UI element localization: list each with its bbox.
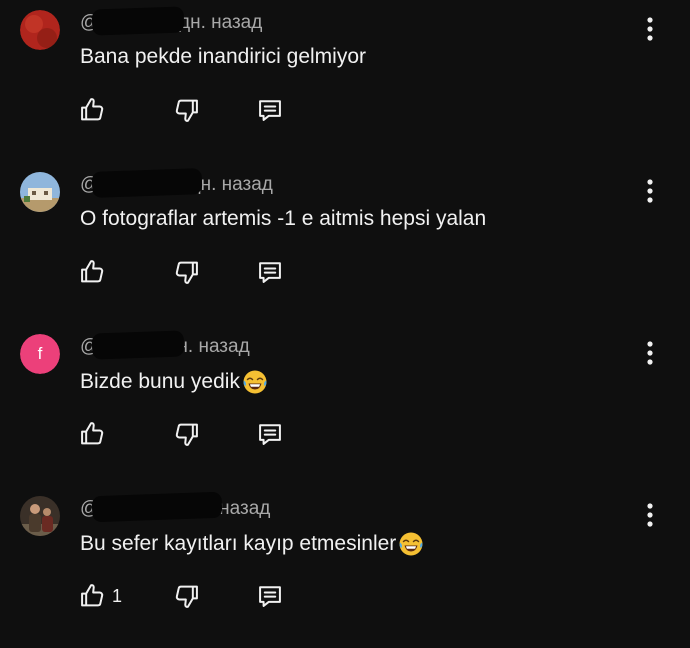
face-with-tears-of-joy-icon [242, 369, 268, 395]
author-handle[interactable]: @A… [80, 6, 185, 36]
more-vertical-icon [640, 338, 660, 368]
dislike-button[interactable] [173, 258, 201, 286]
thumbs-up-icon [78, 582, 106, 610]
user-avatar-photo [20, 496, 60, 536]
thumbs-down-icon [173, 420, 201, 448]
user-avatar-photo [20, 10, 60, 50]
user-avatar-photo [20, 172, 60, 212]
comment-meta: @G…li • 13 дн. назад [80, 168, 273, 198]
author-handle[interactable]: @G…li [80, 168, 203, 198]
comment-text: Bu sefer kayıtları kayıp etmesinler [80, 531, 424, 557]
reply-button[interactable] [256, 420, 284, 448]
redaction-mark [91, 168, 203, 198]
comment-item: @…57 • 2 нед. назад Bu sefer kayıtları k… [0, 486, 690, 648]
like-button[interactable] [78, 96, 106, 124]
more-options-button[interactable] [640, 176, 660, 206]
more-vertical-icon [640, 14, 660, 44]
comment-body: Bizde bunu yedik [80, 370, 240, 393]
reply-button[interactable] [256, 258, 284, 286]
reply-comment-icon [256, 582, 284, 610]
comment-item: @A… • 13 дн. назад Bana pekde inandirici… [0, 0, 690, 162]
comment-text: O fotograflar artemis -1 e aitmis hepsi … [80, 207, 486, 231]
comment-body: O fotograflar artemis -1 e aitmis hepsi … [80, 207, 487, 230]
reply-comment-icon [256, 258, 284, 286]
avatar[interactable] [20, 10, 60, 50]
thumbs-up-icon [78, 96, 106, 124]
comment-body: Bana pekde inandirici gelmiyor [80, 45, 366, 68]
dislike-button[interactable] [173, 582, 201, 610]
more-options-button[interactable] [640, 14, 660, 44]
reply-button[interactable] [256, 582, 284, 610]
comment-item: @G…li • 13 дн. назад O fotograflar artem… [0, 162, 690, 324]
thumbs-down-icon [173, 258, 201, 286]
author-handle[interactable]: @…57 [80, 491, 223, 523]
more-options-button[interactable] [640, 338, 660, 368]
comment-item: f @… • 13 дн. назад Bizde bunu yedik [0, 324, 690, 486]
like-count: 1 [112, 585, 123, 606]
avatar[interactable] [20, 172, 60, 212]
more-options-button[interactable] [640, 500, 660, 530]
comment-meta: @… • 13 дн. назад [80, 330, 250, 360]
more-vertical-icon [640, 500, 660, 530]
thumbs-up-icon [78, 420, 106, 448]
like-button[interactable] [78, 420, 106, 448]
dislike-button[interactable] [173, 420, 201, 448]
avatar-letter: f [20, 334, 60, 374]
thumbs-up-icon [78, 258, 106, 286]
redaction-mark [91, 491, 223, 523]
like-button[interactable] [78, 258, 106, 286]
comment-body: Bu sefer kayıtları kayıp etmesinler [80, 532, 397, 555]
reply-button[interactable] [256, 96, 284, 124]
like-button[interactable]: 1 [78, 582, 122, 610]
author-handle[interactable]: @… [80, 330, 185, 360]
comment-meta: @…57 • 2 нед. назад [80, 491, 270, 523]
more-vertical-icon [640, 176, 660, 206]
comment-text: Bana pekde inandirici gelmiyor [80, 45, 366, 69]
avatar[interactable]: f [20, 334, 60, 374]
thumbs-down-icon [173, 96, 201, 124]
comment-meta: @A… • 13 дн. назад [80, 6, 262, 36]
redaction-mark [91, 6, 185, 36]
dislike-button[interactable] [173, 96, 201, 124]
redaction-mark [91, 330, 185, 360]
face-with-tears-of-joy-icon [398, 531, 424, 557]
comment-text: Bizde bunu yedik [80, 369, 268, 395]
thumbs-down-icon [173, 582, 201, 610]
reply-comment-icon [256, 420, 284, 448]
reply-comment-icon [256, 96, 284, 124]
avatar[interactable] [20, 496, 60, 536]
